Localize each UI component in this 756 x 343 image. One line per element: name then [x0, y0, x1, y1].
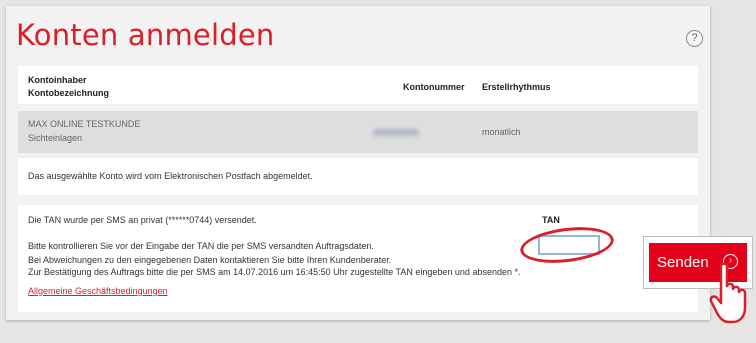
- table-row: MAX ONLINE TESTKUNDE Sichteinlagen monat…: [18, 111, 698, 153]
- account-name-cell: Sichteinlagen: [28, 133, 83, 143]
- tan-label: TAN: [542, 215, 560, 225]
- col-statement-rhythm: Erstellrhythmus: [482, 82, 551, 92]
- tan-highlight-circle: [518, 222, 616, 268]
- account-login-panel: Konten anmelden ? Kontoinhaber Kontobeze…: [6, 6, 710, 320]
- col-account-name: Kontobezeichnung: [28, 88, 109, 98]
- help-icon[interactable]: ?: [686, 30, 703, 47]
- terms-link[interactable]: Allgemeine Geschäftsbedingungen: [28, 286, 168, 297]
- tan-check-text: Bitte kontrollieren Sie vor der Eingabe …: [28, 241, 374, 251]
- statement-rhythm-cell: monatlich: [482, 127, 521, 137]
- col-account-number: Kontonummer: [403, 82, 465, 92]
- tan-deviation-text: Bei Abweichungen zu den eingegebenen Dat…: [28, 255, 392, 265]
- account-holder-cell: MAX ONLINE TESTKUNDE: [28, 119, 141, 129]
- send-button-label: Senden: [657, 254, 709, 271]
- tan-sent-text: Die TAN wurde per SMS an privat (******0…: [28, 215, 257, 225]
- col-account-holder: Kontoinhaber: [28, 75, 87, 85]
- tan-section: Die TAN wurde per SMS an privat (******0…: [18, 205, 698, 312]
- table-header: Kontoinhaber Kontobezeichnung Kontonumme…: [18, 66, 698, 104]
- notice-text: Das ausgewählte Konto wird vom Elektroni…: [28, 171, 313, 181]
- tan-confirm-text: Zur Bestätigung des Auftrags bitte die p…: [28, 267, 521, 277]
- page-title: Konten anmelden: [16, 18, 275, 52]
- hand-pointer-icon: [709, 262, 747, 324]
- notice-box: Das ausgewählte Konto wird vom Elektroni…: [18, 158, 698, 195]
- account-number-cell-blurred: [373, 129, 419, 136]
